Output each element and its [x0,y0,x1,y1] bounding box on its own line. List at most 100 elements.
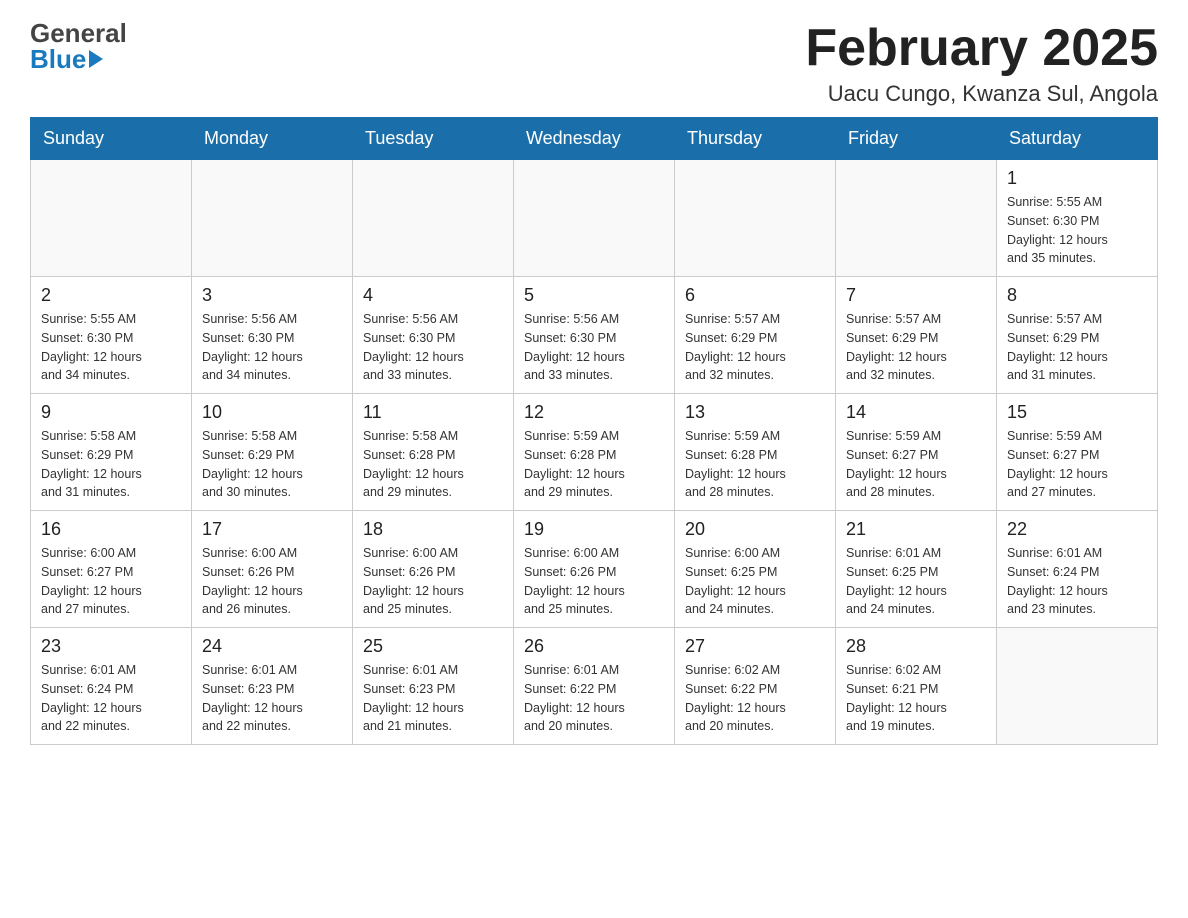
day-number: 8 [1007,285,1147,306]
day-number: 26 [524,636,664,657]
day-cell: 7 Sunrise: 5:57 AM Sunset: 6:29 PM Daylig… [836,277,997,394]
day-info: Sunrise: 5:55 AM Sunset: 6:30 PM Dayligh… [41,310,181,385]
page-header: General Blue February 2025 Uacu Cungo, K… [30,20,1158,107]
day-info: Sunrise: 5:57 AM Sunset: 6:29 PM Dayligh… [1007,310,1147,385]
day-number: 27 [685,636,825,657]
day-info: Sunrise: 6:00 AM Sunset: 6:25 PM Dayligh… [685,544,825,619]
day-cell [836,160,997,277]
day-number: 19 [524,519,664,540]
day-number: 22 [1007,519,1147,540]
day-cell: 24 Sunrise: 6:01 AM Sunset: 6:23 PM Dayli… [192,628,353,745]
day-info: Sunrise: 5:56 AM Sunset: 6:30 PM Dayligh… [202,310,342,385]
day-number: 5 [524,285,664,306]
day-info: Sunrise: 5:56 AM Sunset: 6:30 PM Dayligh… [363,310,503,385]
day-cell: 19Sunrise: 6:00 AM Sunset: 6:26 PM Dayli… [514,511,675,628]
day-number: 24 [202,636,342,657]
day-cell [675,160,836,277]
day-cell: 28 Sunrise: 6:02 AM Sunset: 6:21 PM Dayli… [836,628,997,745]
day-info: Sunrise: 5:56 AM Sunset: 6:30 PM Dayligh… [524,310,664,385]
day-cell: 8 Sunrise: 5:57 AM Sunset: 6:29 PM Daylig… [997,277,1158,394]
day-cell [31,160,192,277]
day-info: Sunrise: 6:01 AM Sunset: 6:24 PM Dayligh… [41,661,181,736]
day-number: 6 [685,285,825,306]
day-number: 2 [41,285,181,306]
day-number: 21 [846,519,986,540]
day-cell: 6 Sunrise: 5:57 AM Sunset: 6:29 PM Daylig… [675,277,836,394]
day-cell: 20 Sunrise: 6:00 AM Sunset: 6:25 PM Dayli… [675,511,836,628]
week-row-1: 1 Sunrise: 5:55 AM Sunset: 6:30 PM Daylig… [31,160,1158,277]
day-number: 23 [41,636,181,657]
day-cell: 25 Sunrise: 6:01 AM Sunset: 6:23 PM Dayli… [353,628,514,745]
day-number: 18 [363,519,503,540]
day-number: 3 [202,285,342,306]
weekday-header-friday: Friday [836,118,997,160]
day-info: Sunrise: 5:57 AM Sunset: 6:29 PM Dayligh… [685,310,825,385]
day-info: Sunrise: 6:00 AM Sunset: 6:26 PM Dayligh… [202,544,342,619]
week-row-4: 16Sunrise: 6:00 AM Sunset: 6:27 PM Dayli… [31,511,1158,628]
day-number: 7 [846,285,986,306]
day-info: Sunrise: 5:59 AM Sunset: 6:27 PM Dayligh… [846,427,986,502]
logo: General Blue [30,20,127,72]
day-cell: 23 Sunrise: 6:01 AM Sunset: 6:24 PM Dayli… [31,628,192,745]
day-cell: 27Sunrise: 6:02 AM Sunset: 6:22 PM Dayli… [675,628,836,745]
day-number: 20 [685,519,825,540]
day-number: 28 [846,636,986,657]
day-cell: 26 Sunrise: 6:01 AM Sunset: 6:22 PM Dayli… [514,628,675,745]
day-info: Sunrise: 5:58 AM Sunset: 6:29 PM Dayligh… [202,427,342,502]
day-number: 1 [1007,168,1147,189]
day-cell: 16Sunrise: 6:00 AM Sunset: 6:27 PM Dayli… [31,511,192,628]
day-cell: 5 Sunrise: 5:56 AM Sunset: 6:30 PM Daylig… [514,277,675,394]
logo-general: General [30,20,127,46]
day-cell [192,160,353,277]
calendar-title: February 2025 [805,20,1158,77]
day-info: Sunrise: 6:01 AM Sunset: 6:23 PM Dayligh… [363,661,503,736]
day-number: 11 [363,402,503,423]
day-info: Sunrise: 6:01 AM Sunset: 6:24 PM Dayligh… [1007,544,1147,619]
day-cell: 14 Sunrise: 5:59 AM Sunset: 6:27 PM Dayli… [836,394,997,511]
weekday-header-wednesday: Wednesday [514,118,675,160]
day-cell: 15Sunrise: 5:59 AM Sunset: 6:27 PM Dayli… [997,394,1158,511]
day-number: 17 [202,519,342,540]
day-number: 25 [363,636,503,657]
day-number: 14 [846,402,986,423]
day-info: Sunrise: 5:59 AM Sunset: 6:27 PM Dayligh… [1007,427,1147,502]
day-info: Sunrise: 6:02 AM Sunset: 6:21 PM Dayligh… [846,661,986,736]
day-cell: 10 Sunrise: 5:58 AM Sunset: 6:29 PM Dayli… [192,394,353,511]
day-info: Sunrise: 5:57 AM Sunset: 6:29 PM Dayligh… [846,310,986,385]
day-cell: 17 Sunrise: 6:00 AM Sunset: 6:26 PM Dayli… [192,511,353,628]
day-info: Sunrise: 5:59 AM Sunset: 6:28 PM Dayligh… [685,427,825,502]
day-number: 16 [41,519,181,540]
day-cell: 11 Sunrise: 5:58 AM Sunset: 6:28 PM Dayli… [353,394,514,511]
day-cell: 9 Sunrise: 5:58 AM Sunset: 6:29 PM Daylig… [31,394,192,511]
day-cell: 22 Sunrise: 6:01 AM Sunset: 6:24 PM Dayli… [997,511,1158,628]
day-cell [353,160,514,277]
weekday-header-tuesday: Tuesday [353,118,514,160]
title-block: February 2025 Uacu Cungo, Kwanza Sul, An… [805,20,1158,107]
weekday-header-row: SundayMondayTuesdayWednesdayThursdayFrid… [31,118,1158,160]
logo-arrow-icon [89,50,103,68]
calendar-subtitle: Uacu Cungo, Kwanza Sul, Angola [805,81,1158,107]
day-info: Sunrise: 6:01 AM Sunset: 6:25 PM Dayligh… [846,544,986,619]
day-cell: 3 Sunrise: 5:56 AM Sunset: 6:30 PM Daylig… [192,277,353,394]
day-info: Sunrise: 5:59 AM Sunset: 6:28 PM Dayligh… [524,427,664,502]
day-number: 12 [524,402,664,423]
day-info: Sunrise: 6:01 AM Sunset: 6:22 PM Dayligh… [524,661,664,736]
day-number: 10 [202,402,342,423]
day-cell: 4 Sunrise: 5:56 AM Sunset: 6:30 PM Daylig… [353,277,514,394]
weekday-header-thursday: Thursday [675,118,836,160]
day-cell: 21 Sunrise: 6:01 AM Sunset: 6:25 PM Dayli… [836,511,997,628]
logo-blue: Blue [30,46,127,72]
day-info: Sunrise: 5:58 AM Sunset: 6:29 PM Dayligh… [41,427,181,502]
weekday-header-monday: Monday [192,118,353,160]
calendar-table: SundayMondayTuesdayWednesdayThursdayFrid… [30,117,1158,745]
day-info: Sunrise: 5:55 AM Sunset: 6:30 PM Dayligh… [1007,193,1147,268]
day-number: 13 [685,402,825,423]
day-number: 4 [363,285,503,306]
day-info: Sunrise: 5:58 AM Sunset: 6:28 PM Dayligh… [363,427,503,502]
day-number: 9 [41,402,181,423]
day-info: Sunrise: 6:01 AM Sunset: 6:23 PM Dayligh… [202,661,342,736]
weekday-header-sunday: Sunday [31,118,192,160]
day-cell: 18Sunrise: 6:00 AM Sunset: 6:26 PM Dayli… [353,511,514,628]
week-row-2: 2 Sunrise: 5:55 AM Sunset: 6:30 PM Daylig… [31,277,1158,394]
day-cell: 2 Sunrise: 5:55 AM Sunset: 6:30 PM Daylig… [31,277,192,394]
